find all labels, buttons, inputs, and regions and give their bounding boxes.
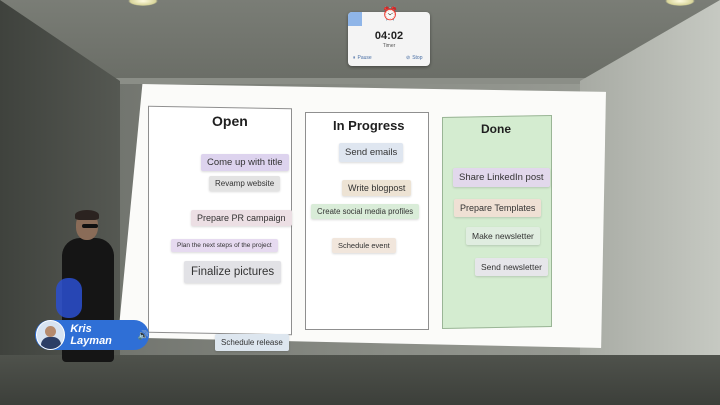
stop-button[interactable]: ⊘ Stop — [406, 55, 423, 61]
virtual-room: Open In Progress Done Come up with title… — [0, 0, 720, 405]
sticky-note[interactable]: Schedule release — [215, 334, 289, 351]
stop-icon: ⊘ — [406, 55, 411, 61]
avatar-headset — [82, 224, 98, 228]
timer-widget: ⏰ 04:02 Timer ⏸ Pause ⊘ Stop — [348, 6, 430, 66]
pause-label: Pause — [357, 55, 372, 61]
timer-time: 04:02 — [374, 30, 404, 42]
ceiling-edge — [60, 78, 660, 84]
sticky-note[interactable]: Send emails — [339, 143, 404, 162]
sticky-note[interactable]: Prepare Templates — [454, 199, 542, 217]
sticky-note[interactable]: Write blogpost — [342, 180, 412, 196]
column-done — [442, 115, 552, 329]
alarm-clock-icon: ⏰ — [382, 6, 399, 21]
sticky-note[interactable]: Finalize pictures — [184, 261, 282, 283]
sticky-note[interactable]: Create social media profiles — [311, 204, 420, 219]
sticky-note[interactable]: Schedule event — [332, 238, 396, 253]
sticky-note[interactable]: Prepare PR campaign — [191, 210, 292, 226]
column-title-open: Open — [212, 113, 248, 129]
sticky-note[interactable]: Make newsletter — [466, 227, 540, 245]
timer-label: Timer — [382, 43, 396, 49]
column-title-in-progress: In Progress — [333, 118, 405, 133]
pause-icon: ⏸ — [353, 55, 356, 61]
pause-button[interactable]: ⏸ Pause — [353, 55, 372, 61]
sticky-note[interactable]: Share LinkedIn post — [453, 168, 550, 187]
stop-label: Stop — [412, 55, 423, 61]
floor — [0, 355, 720, 405]
timer-corner — [348, 12, 362, 26]
sticky-note[interactable]: Come up with title — [201, 154, 289, 171]
column-title-done: Done — [481, 122, 511, 136]
avatar — [36, 320, 66, 350]
avatar-arm — [56, 278, 82, 318]
avatar-hair — [75, 210, 99, 220]
sticky-note[interactable]: Revamp website — [209, 176, 281, 191]
sticky-note[interactable]: Send newsletter — [475, 258, 548, 276]
sticky-note[interactable]: Plan the next steps of the project — [171, 239, 278, 252]
speaking-icon: 🔊 — [137, 329, 149, 340]
user-nametag[interactable]: Kris Layman 🔊 — [35, 320, 149, 350]
user-name: Kris Layman — [70, 323, 112, 347]
